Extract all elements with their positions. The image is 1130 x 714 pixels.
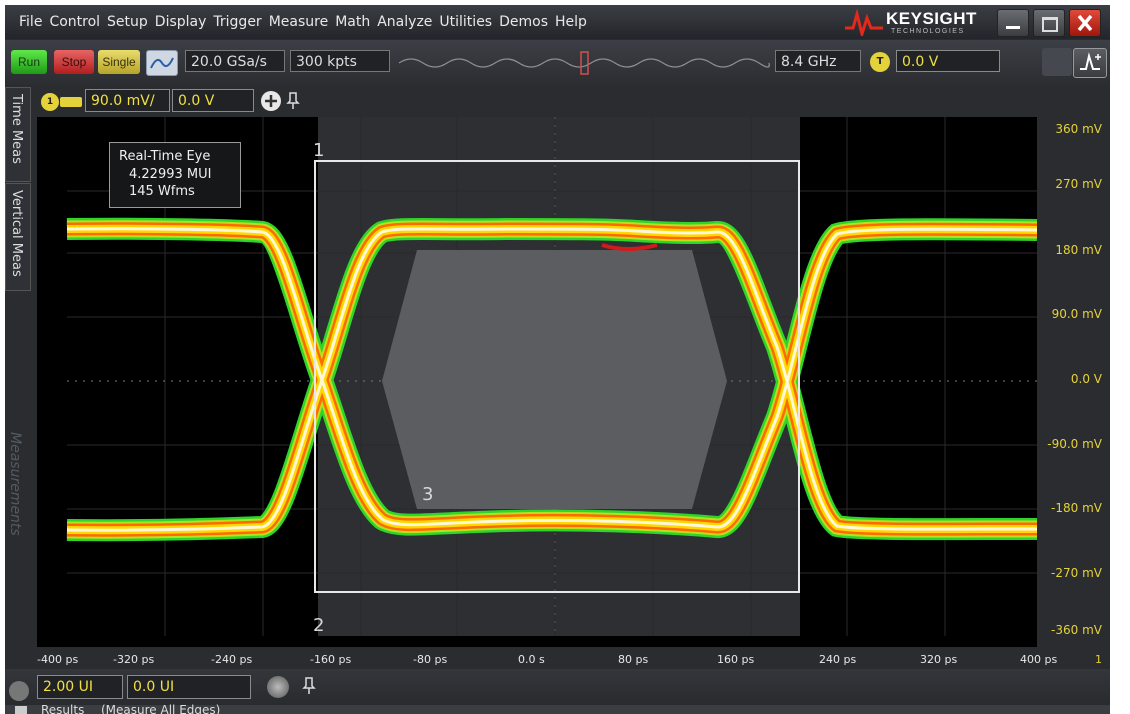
channel-1-badge[interactable]: 1 xyxy=(41,93,59,111)
y-axis-label: 180 mV xyxy=(1055,243,1102,257)
keysight-wave-icon xyxy=(845,8,883,36)
bottom-bar: 2.00 UI 0.0 UI Results (Measure All Edge… xyxy=(5,669,1110,714)
autoscale-icon xyxy=(150,57,174,69)
x-axis-label: -240 ps xyxy=(211,653,253,666)
menu-demos[interactable]: Demos xyxy=(499,14,548,30)
menu-help[interactable]: Help xyxy=(555,14,587,30)
eye-mask xyxy=(382,250,727,509)
trigger-mode-button[interactable] xyxy=(1073,48,1107,78)
close-icon xyxy=(1077,14,1093,32)
y-axis-label: 90.0 mV xyxy=(1051,307,1102,321)
trigger-edge-icon xyxy=(1080,52,1101,70)
single-button[interactable]: Single xyxy=(98,50,140,74)
tab-time-meas[interactable]: Time Meas xyxy=(5,87,31,182)
eye-info-title: Real-Time Eye xyxy=(119,149,211,164)
x-axis-label: -400 ps xyxy=(37,653,79,666)
menu-utilities[interactable]: Utilities xyxy=(439,14,492,30)
close-button[interactable] xyxy=(1069,9,1101,37)
toolbar: Run Stop Single 20.0 GSa/s 300 kpts 8.4 … xyxy=(5,40,1110,85)
x-axis-label: 80 ps xyxy=(618,653,649,666)
channel-offset-field[interactable]: 0.0 V xyxy=(172,89,254,112)
menu-control[interactable]: Control xyxy=(49,14,100,30)
x-axis-end-badge: 1 xyxy=(1095,653,1102,666)
left-panel: Measurements xyxy=(5,292,31,652)
marker-3[interactable]: 3 xyxy=(422,484,433,505)
brand-name: KEYSIGHT xyxy=(886,9,977,28)
add-channel-icon[interactable] xyxy=(260,90,282,112)
brand-logo: KEYSIGHT TECHNOLOGIES xyxy=(843,8,983,38)
trigger-level-field[interactable]: 0.0 V xyxy=(896,50,1000,72)
menu-items: File Control Setup Display Trigger Measu… xyxy=(19,14,594,30)
toolbar-spacer-button[interactable] xyxy=(1042,48,1072,76)
eye-info-box: Real-Time Eye 4.22993 MUI 145 Wfms xyxy=(109,142,241,208)
oscilloscope-app: File Control Setup Display Trigger Measu… xyxy=(5,5,1110,714)
menu-math[interactable]: Math xyxy=(335,14,370,30)
slider-handle[interactable] xyxy=(580,51,589,75)
run-button[interactable]: Run xyxy=(11,50,47,74)
tab-measurements[interactable]: Measurements xyxy=(7,432,23,536)
x-axis-label: -160 ps xyxy=(310,653,352,666)
x-axis-label: 240 ps xyxy=(819,653,857,666)
sample-rate-field[interactable]: 20.0 GSa/s xyxy=(185,50,285,72)
y-axis-label: -90.0 mV xyxy=(1047,437,1102,451)
y-axis-label: 270 mV xyxy=(1055,177,1102,191)
horizontal-knob-icon[interactable] xyxy=(267,676,289,698)
x-axis-label: -320 ps xyxy=(113,653,155,666)
menu-file[interactable]: File xyxy=(19,14,42,30)
stop-button[interactable]: Stop xyxy=(54,50,94,74)
maximize-button[interactable] xyxy=(1033,9,1065,37)
menu-display[interactable]: Display xyxy=(155,14,207,30)
maximize-icon xyxy=(1042,17,1058,32)
timebase-icon[interactable] xyxy=(9,681,29,701)
menu-setup[interactable]: Setup xyxy=(107,14,148,30)
x-axis-label: 160 ps xyxy=(717,653,755,666)
marker-2[interactable]: 2 xyxy=(313,615,324,636)
pin-icon[interactable] xyxy=(286,91,300,111)
pin-icon[interactable] xyxy=(302,676,316,696)
autoscale-button[interactable] xyxy=(146,50,178,76)
menu-measure[interactable]: Measure xyxy=(269,14,329,30)
memory-depth-field[interactable]: 300 kpts xyxy=(290,50,390,72)
y-axis-label: 360 mV xyxy=(1055,122,1102,136)
eye-info-wfms: 145 Wfms xyxy=(129,184,195,199)
x-axis-label: 400 ps xyxy=(1020,653,1058,666)
results-bar[interactable]: Results (Measure All Edges) xyxy=(5,703,1110,714)
results-label: Results xyxy=(41,703,85,714)
channel-waveform-icon xyxy=(60,97,82,107)
menu-analyze[interactable]: Analyze xyxy=(377,14,432,30)
menu-bar: File Control Setup Display Trigger Measu… xyxy=(5,5,1110,39)
x-axis-label: 320 ps xyxy=(920,653,958,666)
timebase-scale-field[interactable]: 2.00 UI xyxy=(37,675,123,699)
y-axis-label: 0.0 V xyxy=(1070,372,1102,386)
minimize-button[interactable] xyxy=(997,9,1029,37)
x-axis-label: 0.0 s xyxy=(518,653,545,666)
channel-scale-field[interactable]: 90.0 mV/ xyxy=(85,89,170,112)
x-axis-label: -80 ps xyxy=(413,653,448,666)
brand-sub: TECHNOLOGIES xyxy=(891,28,965,35)
timebase-position-slider[interactable] xyxy=(397,51,772,75)
y-axis-label: -180 mV xyxy=(1051,501,1102,515)
timebase-position-field[interactable]: 0.0 UI xyxy=(127,675,251,699)
trigger-badge: T xyxy=(870,52,890,72)
results-icon xyxy=(15,706,27,714)
marker-1[interactable]: 1 xyxy=(313,140,324,161)
bandwidth-field[interactable]: 8.4 GHz xyxy=(775,50,861,72)
y-axis-label: -360 mV xyxy=(1051,623,1102,637)
eye-info-mui: 4.22993 MUI xyxy=(129,167,212,182)
y-axis-label: -270 mV xyxy=(1051,566,1102,580)
menu-trigger[interactable]: Trigger xyxy=(213,14,261,30)
results-detail: (Measure All Edges) xyxy=(101,703,221,714)
tab-vertical-meas[interactable]: Vertical Meas xyxy=(5,183,31,291)
minimize-icon xyxy=(1006,26,1020,29)
